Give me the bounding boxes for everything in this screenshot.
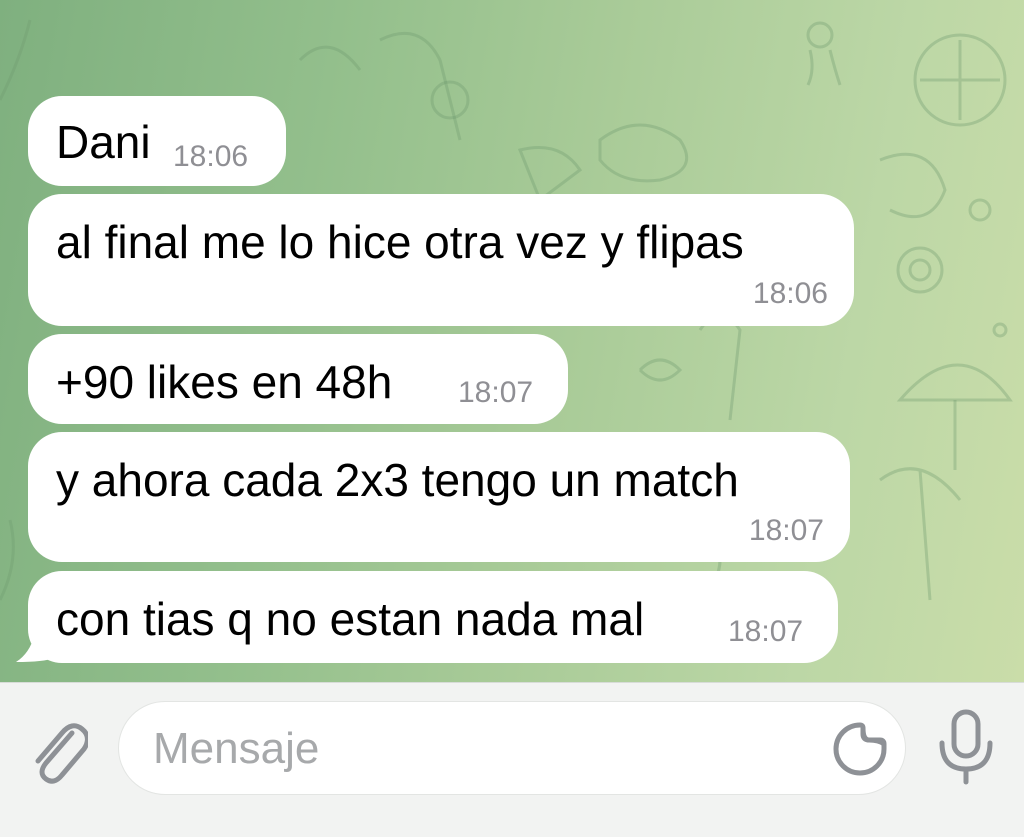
message-bubble[interactable]: +90 likes en 48h 18:07 (28, 334, 568, 424)
message-time: 18:07 (748, 514, 824, 547)
message-input[interactable] (151, 702, 835, 796)
message-time: 18:07 (728, 615, 804, 648)
message-time: 18:06 (752, 277, 828, 310)
message-text: Dani (56, 116, 151, 168)
message-input-box (118, 701, 906, 796)
message-text: +90 likes en 48h (56, 356, 393, 408)
message-bubble[interactable]: y ahora cada 2x3 tengo un match 18:07 (28, 432, 850, 562)
chat-wallpaper: Dani 18:06 al final me lo hice otra vez … (0, 0, 1024, 682)
message-text: con tias q no estan nada mal (56, 593, 645, 645)
paperclip-icon[interactable] (28, 713, 88, 785)
message-bubble[interactable]: al final me lo hice otra vez y flipas 18… (28, 194, 854, 326)
message-text: al final me lo hice otra vez y flipas (56, 216, 744, 268)
message-composer (0, 682, 1024, 837)
microphone-icon[interactable] (936, 709, 996, 785)
message-text: y ahora cada 2x3 tengo un match (56, 454, 739, 506)
message-bubble[interactable]: con tias q no estan nada mal 18:07 (28, 571, 838, 663)
message-time: 18:07 (458, 376, 534, 409)
message-bubble[interactable]: Dani 18:06 (28, 96, 286, 186)
sticker-icon[interactable] (833, 722, 887, 776)
message-time: 18:06 (173, 140, 249, 173)
